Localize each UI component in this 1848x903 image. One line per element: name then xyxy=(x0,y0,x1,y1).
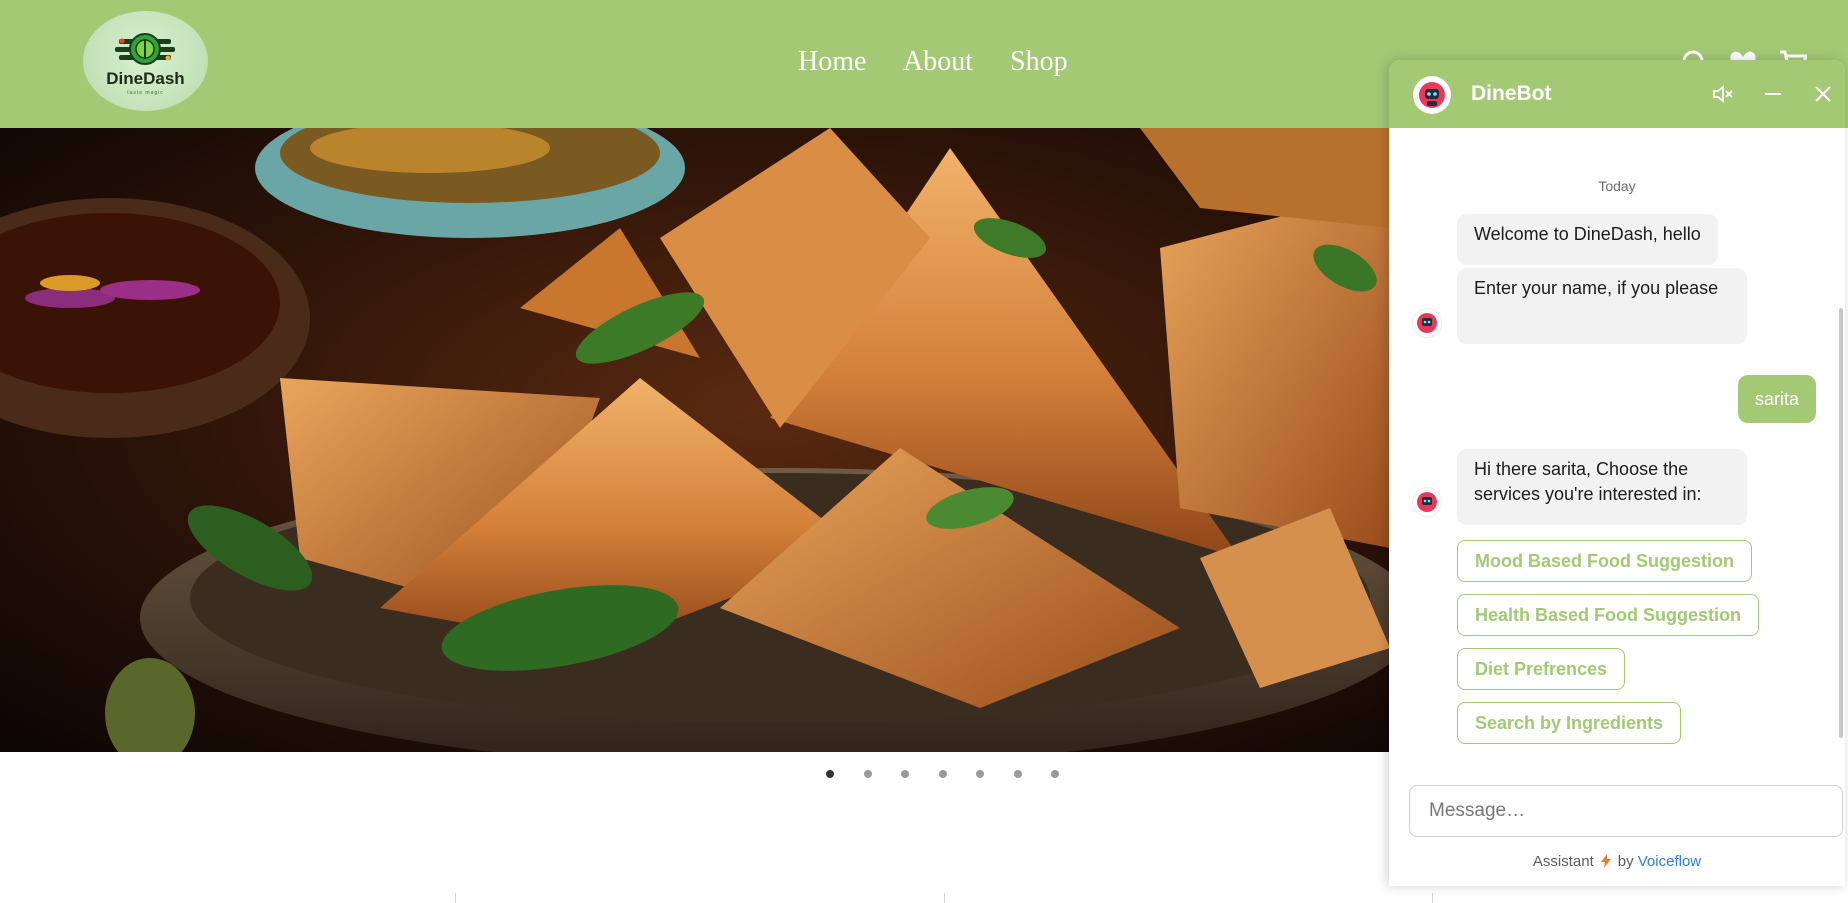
minimize-icon[interactable] xyxy=(1761,82,1785,106)
choice-mood-based-button[interactable]: Mood Based Food Suggestion xyxy=(1457,540,1752,582)
carousel-dot[interactable] xyxy=(864,770,872,778)
chat-footer: Assistant by Voiceflow xyxy=(1389,853,1845,870)
bot-avatar xyxy=(1413,76,1451,114)
nav-home-link[interactable]: Home xyxy=(798,46,866,78)
robot-icon xyxy=(1417,492,1437,512)
robot-icon xyxy=(1417,313,1437,333)
footer-assistant-label: Assistant xyxy=(1532,853,1594,870)
chat-widget: DineBot Today Welcome to DineDash, hello… xyxy=(1389,60,1845,886)
chat-title: DineBot xyxy=(1471,82,1552,105)
nav-shop-link[interactable]: Shop xyxy=(1010,46,1068,78)
bot-message: Hi there sarita, Choose the services you… xyxy=(1457,449,1747,525)
choice-diet-preferences-button[interactable]: Diet Prefrences xyxy=(1457,648,1626,690)
date-divider: Today xyxy=(1598,178,1636,194)
bot-message: Welcome to DineDash, hello xyxy=(1457,214,1718,265)
divider xyxy=(1432,893,1433,903)
message-input[interactable] xyxy=(1410,786,1845,836)
robot-icon xyxy=(1419,82,1445,108)
carousel-dot[interactable] xyxy=(1051,770,1059,778)
hero-samosa-image xyxy=(0,128,1390,752)
divider xyxy=(455,893,456,903)
carousel-dot[interactable] xyxy=(826,770,834,778)
logo-tagline: taste magic xyxy=(127,90,164,96)
carousel-dot[interactable] xyxy=(901,770,909,778)
message-input-container xyxy=(1409,785,1845,837)
footer-by-label: by xyxy=(1617,853,1634,870)
carousel-dot[interactable] xyxy=(1014,770,1022,778)
carousel-dot[interactable] xyxy=(939,770,947,778)
choice-health-based-button[interactable]: Health Based Food Suggestion xyxy=(1457,594,1760,636)
bot-avatar xyxy=(1413,488,1441,516)
user-message: sarita xyxy=(1737,375,1816,423)
chat-scrollbar[interactable] xyxy=(1839,308,1843,738)
divider xyxy=(944,893,945,903)
close-icon[interactable] xyxy=(1811,82,1835,106)
bot-avatar xyxy=(1413,309,1441,337)
carousel-dot[interactable] xyxy=(976,770,984,778)
bot-message: Enter your name, if you please xyxy=(1457,268,1747,344)
lightning-icon xyxy=(1600,854,1611,868)
mute-icon[interactable] xyxy=(1711,82,1735,106)
choice-search-ingredients-button[interactable]: Search by Ingredients xyxy=(1457,702,1682,744)
chat-header: DineBot xyxy=(1389,60,1845,128)
voiceflow-link[interactable]: Voiceflow xyxy=(1638,853,1701,870)
nav-about-link[interactable]: About xyxy=(903,46,973,78)
